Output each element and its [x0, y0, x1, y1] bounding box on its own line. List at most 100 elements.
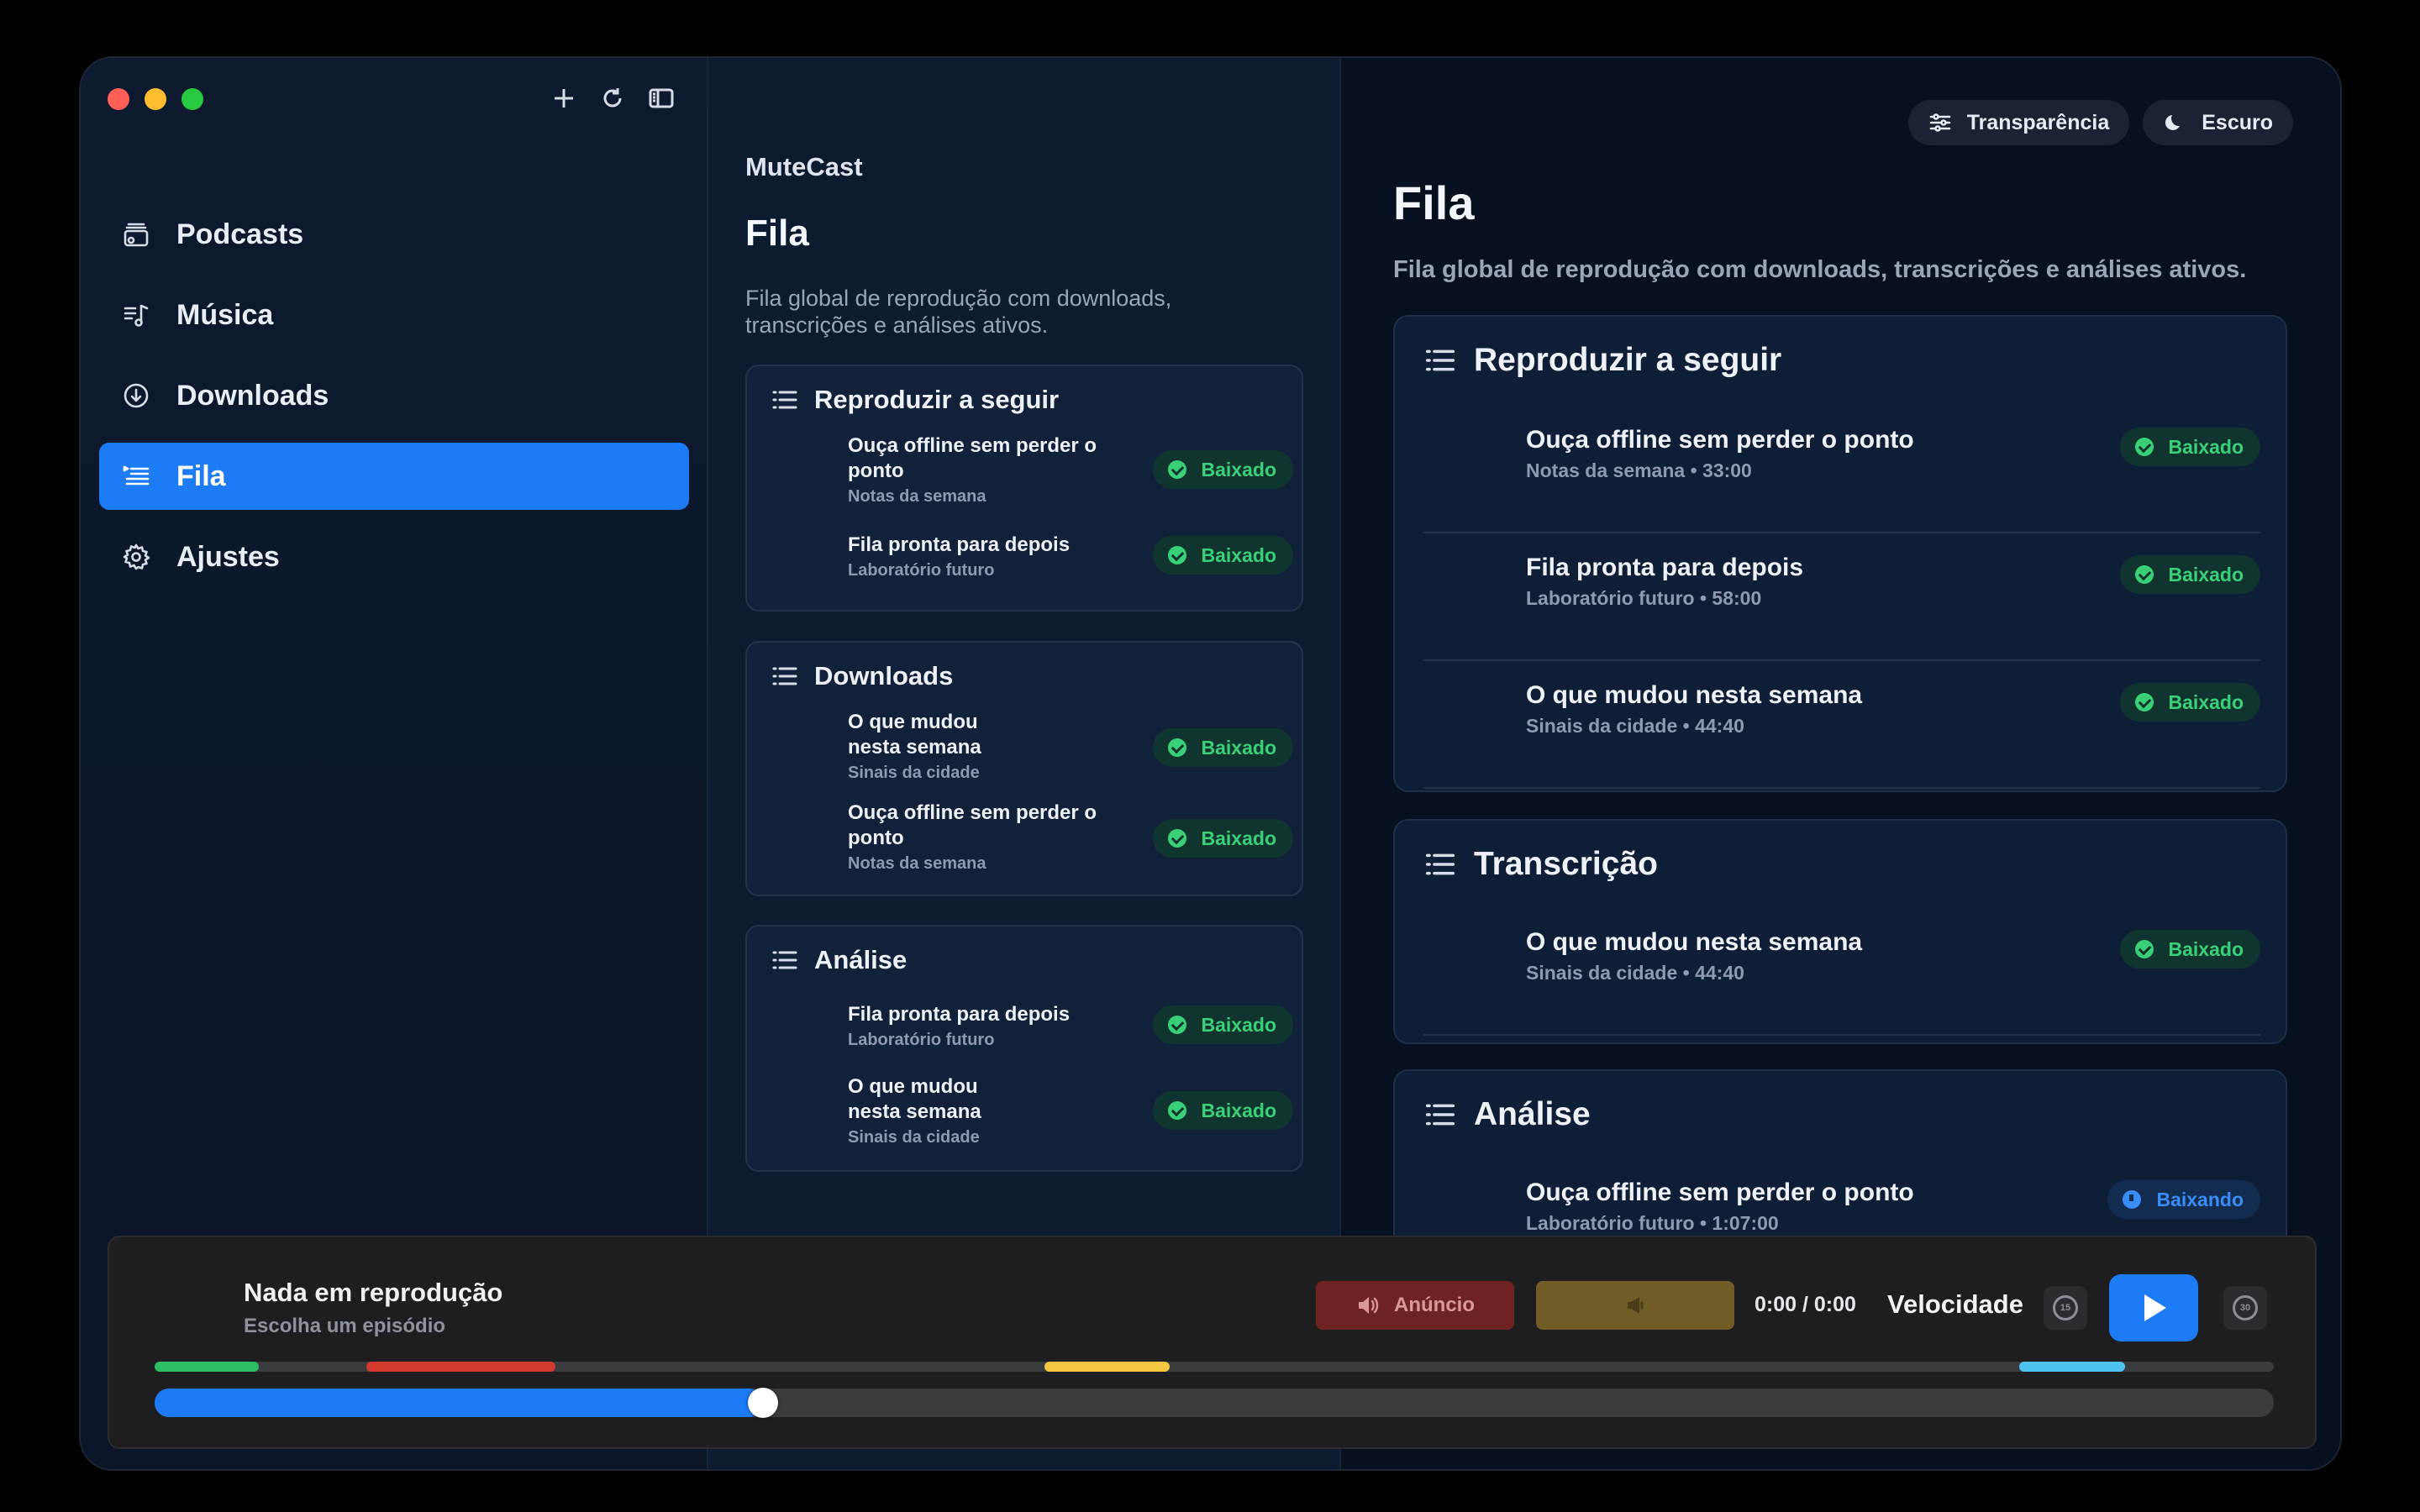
section-header: Downloads	[771, 661, 953, 691]
music-note-icon	[119, 298, 153, 332]
check-circle-icon	[2134, 940, 2154, 958]
section-title: Análise	[814, 945, 908, 974]
speed-button[interactable]: Velocidade	[1887, 1289, 2023, 1320]
section-title: Reproduzir a seguir	[1474, 342, 1782, 378]
status-badge: Baixado	[2119, 555, 2260, 594]
episode-meta: Sinais da cidade • 44:40	[1526, 962, 1744, 984]
status-label: Baixado	[1201, 458, 1276, 480]
close-window-button[interactable]	[108, 88, 129, 110]
sidebar-item-musica[interactable]: Música	[99, 281, 689, 349]
sidebar-toggle-icon	[649, 88, 674, 108]
player-bar: Nada em reprodução Escolha um episódio A…	[108, 1236, 2317, 1449]
progress-fill	[155, 1389, 764, 1417]
status-badge: Baixando	[2107, 1180, 2260, 1219]
sidebar-toolbar	[549, 83, 676, 113]
list-icon	[771, 386, 799, 414]
status-label: Baixado	[2168, 690, 2244, 713]
table-row[interactable]: O que mudou nesta semana Sinais da cidad…	[1423, 908, 2260, 1036]
list-item[interactable]: O que mudou nesta semana Sinais da cidad…	[848, 710, 1293, 787]
app-window: Podcasts Música Downloads Fila Ajustes M…	[79, 56, 2342, 1471]
toggle-sidebar-button[interactable]	[646, 83, 676, 113]
maximize-window-button[interactable]	[182, 88, 203, 110]
check-circle-icon	[2134, 693, 2154, 711]
status-label: Baixado	[1201, 1099, 1276, 1121]
queue-section-card: Reproduzir a seguir Ouça offline sem per…	[745, 365, 1303, 612]
list-item[interactable]: Fila pronta para depois Laboratório futu…	[848, 533, 1293, 583]
sidebar-item-podcasts[interactable]: Podcasts	[99, 201, 689, 268]
sidebar-item-fila[interactable]: Fila	[99, 443, 689, 510]
list-icon	[771, 662, 799, 690]
progress-slider[interactable]	[155, 1388, 2274, 1418]
queue-list-icon	[119, 459, 153, 493]
check-circle-icon	[2134, 438, 2154, 456]
section-title: Reproduzir a seguir	[814, 385, 1060, 414]
skip-forward-button[interactable]: 30	[2223, 1286, 2267, 1330]
list-item[interactable]: Fila pronta para depois Laboratório futu…	[848, 1002, 1293, 1054]
check-circle-icon	[1167, 1016, 1186, 1034]
ad-label: Anúncio	[1394, 1294, 1475, 1316]
section-header: Análise	[771, 945, 907, 975]
status-label: Baixado	[1201, 827, 1276, 849]
sidebar-item-ajustes[interactable]: Ajustes	[99, 523, 689, 591]
list-icon	[1423, 848, 1457, 881]
status-label: Baixado	[1201, 543, 1276, 566]
section-title: Transcrição	[1474, 846, 1658, 882]
app-name: MuteCast	[745, 152, 863, 181]
chapter-segment	[366, 1362, 555, 1372]
check-circle-icon	[1167, 546, 1186, 564]
section-header: Análise	[1423, 1096, 1591, 1133]
episode-title: Fila pronta para depois	[1526, 554, 1804, 581]
play-button[interactable]	[2109, 1274, 2198, 1341]
status-badge: Baixado	[1152, 728, 1293, 767]
episode-show: Notas da semana	[848, 487, 986, 506]
sidebar-item-downloads[interactable]: Downloads	[99, 362, 689, 429]
add-button[interactable]	[549, 83, 579, 113]
play-icon	[2144, 1294, 2166, 1321]
episode-title: Ouça offline sem perder o ponto	[1526, 426, 1914, 454]
list-icon	[1423, 344, 1457, 377]
sliders-icon	[1929, 113, 1951, 132]
status-label: Baixado	[2168, 563, 2244, 585]
check-circle-icon	[2134, 565, 2154, 584]
refresh-button[interactable]	[597, 83, 628, 113]
page-subtitle: Fila global de reprodução com downloads,…	[1393, 256, 2247, 283]
progress-handle[interactable]	[748, 1388, 779, 1418]
mute-button[interactable]	[1536, 1281, 1734, 1330]
podcast-stack-icon	[119, 218, 153, 251]
check-circle-icon	[1167, 1101, 1186, 1120]
table-row[interactable]: O que mudou nesta semana Sinais da cidad…	[1423, 661, 2260, 789]
check-circle-icon	[1167, 738, 1186, 757]
status-label: Baixando	[2156, 1188, 2244, 1210]
check-circle-icon	[1167, 829, 1186, 848]
section-header: Transcrição	[1423, 846, 1658, 883]
section-title: Análise	[1474, 1096, 1591, 1132]
status-badge: Baixado	[2119, 683, 2260, 722]
table-row[interactable]: Ouça offline sem perder o ponto Notas da…	[1423, 406, 2260, 533]
episode-title: Fila pronta para depois	[848, 1003, 1071, 1026]
list-item[interactable]: Ouça offline sem perder o ponto Notas da…	[848, 433, 1293, 506]
list-item[interactable]: O que mudou nesta semana Sinais da cidad…	[848, 1074, 1293, 1152]
check-circle-icon	[1167, 460, 1186, 479]
download-arrow-icon	[2123, 1190, 2142, 1209]
status-badge: Baixado	[2119, 428, 2260, 466]
refresh-icon	[603, 88, 622, 108]
theme-button[interactable]: Escuro	[2143, 100, 2293, 145]
skip-back-icon: 15	[2053, 1295, 2078, 1320]
chapter-segments-track[interactable]	[155, 1362, 2274, 1372]
episode-title: O que mudou nesta semana	[848, 711, 981, 759]
list-item[interactable]: Ouça offline sem perder o ponto Notas da…	[848, 801, 1293, 878]
minimize-window-button[interactable]	[145, 88, 166, 110]
megaphone-muted-icon	[1628, 1297, 1644, 1314]
episode-meta: Sinais da cidade • 44:40	[1526, 715, 1744, 737]
queue-section-card: Downloads O que mudou nesta semana Sinai…	[745, 641, 1303, 896]
status-label: Baixado	[1201, 736, 1276, 759]
table-row[interactable]: Fila pronta para depois Laboratório futu…	[1423, 533, 2260, 661]
transparency-button[interactable]: Transparência	[1907, 100, 2130, 145]
sidebar-nav: Podcasts Música Downloads Fila Ajustes	[99, 201, 689, 604]
skip-back-button[interactable]: 15	[2044, 1286, 2087, 1330]
sidebar-item-label: Ajustes	[176, 540, 280, 573]
episode-title: O que mudou nesta semana	[1526, 681, 1863, 709]
download-circle-icon	[119, 379, 153, 412]
skip-ad-button[interactable]: Anúncio	[1316, 1281, 1514, 1330]
now-playing-title: Nada em reprodução	[244, 1278, 503, 1307]
